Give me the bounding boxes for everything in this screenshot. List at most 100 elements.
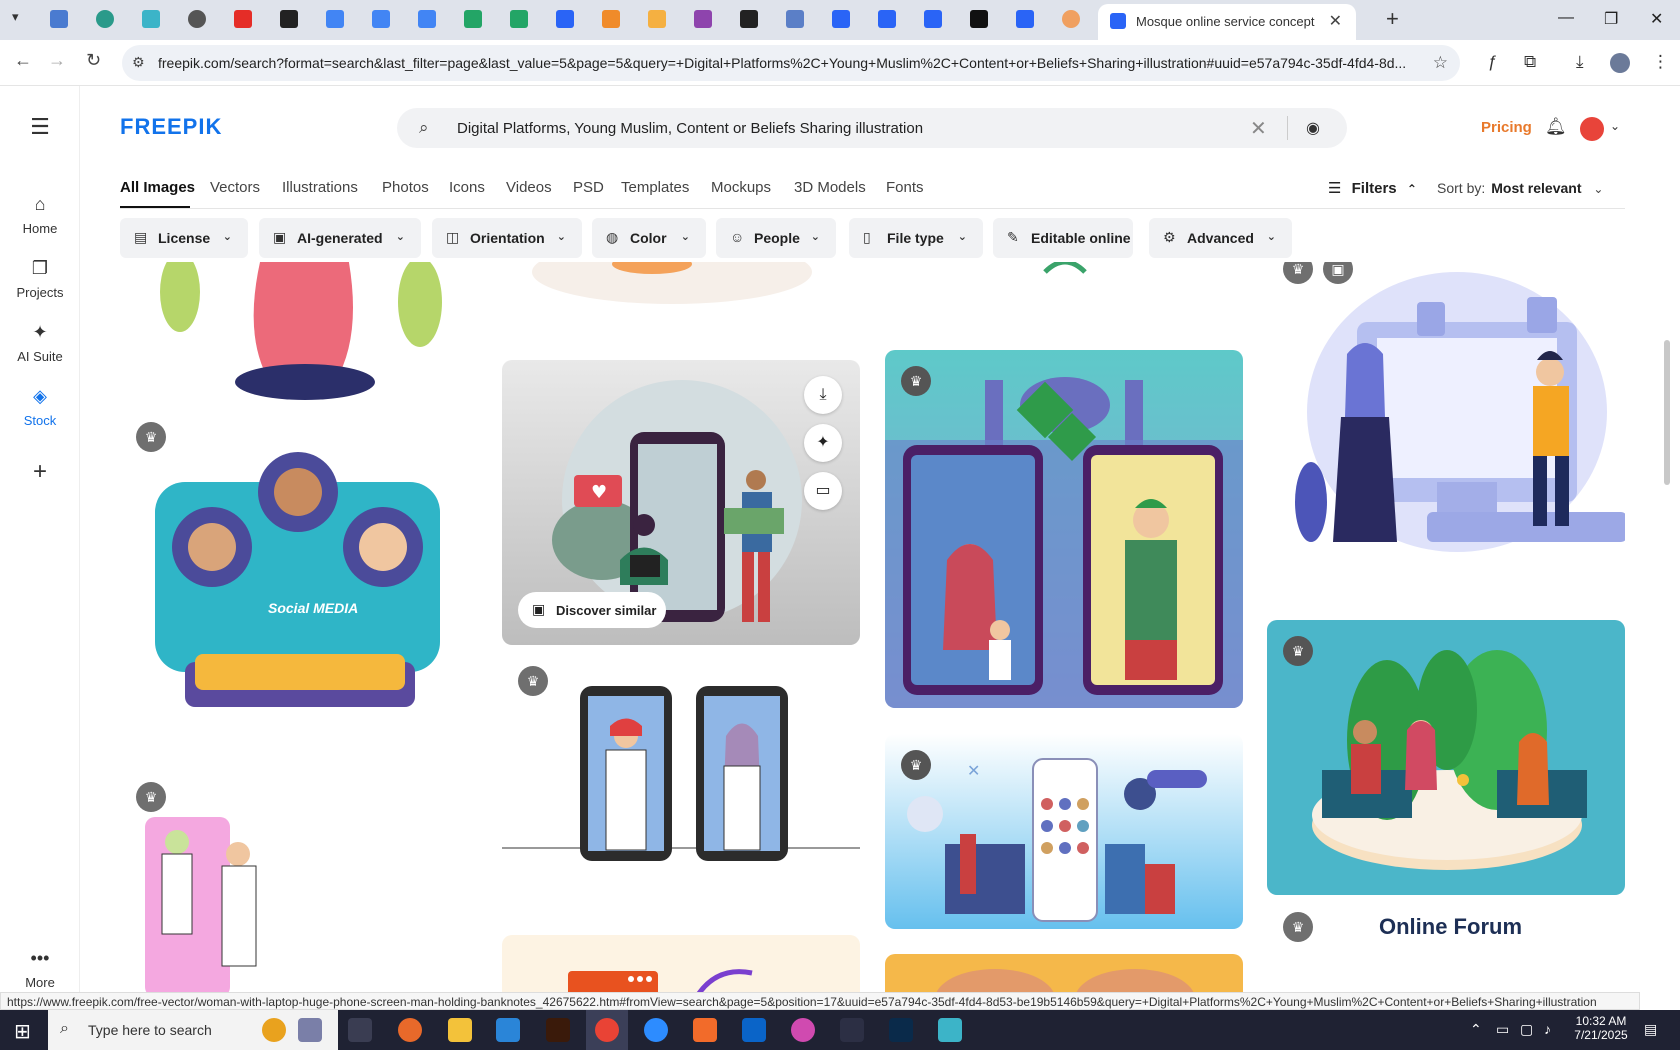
firefox-icon[interactable] xyxy=(398,1018,422,1042)
site-info-icon[interactable]: ⚙ xyxy=(132,54,145,71)
taskbar-app-icon[interactable] xyxy=(693,1018,717,1042)
tab-favicon[interactable] xyxy=(418,10,436,28)
reload-icon[interactable]: ↻ xyxy=(86,50,101,71)
tab-favicon[interactable] xyxy=(924,10,942,28)
result-tile[interactable] xyxy=(502,262,860,314)
tab-templates[interactable]: Templates xyxy=(621,179,689,196)
tab-favicon[interactable] xyxy=(786,10,804,28)
tab-favicon[interactable] xyxy=(556,10,574,28)
tab-favicon[interactable] xyxy=(142,10,160,28)
tab-favicon[interactable] xyxy=(694,10,712,28)
taskbar-app-icon[interactable] xyxy=(840,1018,864,1042)
page-scrollbar-thumb[interactable] xyxy=(1664,340,1670,485)
task-view-icon[interactable] xyxy=(348,1018,372,1042)
tab-photos[interactable]: Photos xyxy=(382,179,429,196)
extensions-puzzle-icon[interactable]: ⧉ xyxy=(1524,52,1536,72)
result-tile[interactable]: ♛ Social MEDIA xyxy=(120,422,480,742)
sidebar-item-projects[interactable]: ❐ Projects xyxy=(0,258,80,300)
filter-advanced[interactable]: ⚙ Advanced ⌄ xyxy=(1149,218,1292,258)
filter-file-type[interactable]: ▯ File type ⌄ xyxy=(849,218,983,258)
tab-videos[interactable]: Videos xyxy=(506,179,552,196)
chrome-menu-icon[interactable]: ⋮ xyxy=(1652,52,1669,72)
tab-fonts[interactable]: Fonts xyxy=(886,179,924,196)
filter-color[interactable]: ◍ Color ⌄ xyxy=(592,218,706,258)
tab-favicon[interactable] xyxy=(234,10,252,28)
camera-search-icon[interactable]: ◉ xyxy=(1306,118,1320,138)
result-tile[interactable] xyxy=(502,935,860,992)
filter-people[interactable]: ☺ People ⌄ xyxy=(716,218,836,258)
tab-favicon[interactable] xyxy=(464,10,482,28)
profile-avatar[interactable] xyxy=(1610,53,1630,73)
close-tab-icon[interactable]: ✕ xyxy=(1329,11,1342,31)
tab-favicon[interactable] xyxy=(510,10,528,28)
tab-favicon[interactable] xyxy=(648,10,666,28)
result-tile[interactable]: ♛ xyxy=(1267,620,1625,895)
windows-start-icon[interactable]: ⊞ xyxy=(14,1019,31,1044)
tab-illustrations[interactable]: Illustrations xyxy=(282,179,358,196)
tab-3d-models[interactable]: 3D Models xyxy=(794,179,866,196)
tab-favicon[interactable] xyxy=(832,10,850,28)
tab-favicon[interactable] xyxy=(280,10,298,28)
tab-search-icon[interactable]: ▾ xyxy=(12,9,19,25)
taskbar-app-icon[interactable] xyxy=(262,1018,286,1042)
tab-favicon[interactable] xyxy=(1062,10,1080,28)
search-input[interactable]: Digital Platforms, Young Muslim, Content… xyxy=(457,120,923,137)
tab-favicon[interactable] xyxy=(878,10,896,28)
filter-license[interactable]: ▤ License ⌄ xyxy=(120,218,248,258)
chevron-down-icon[interactable]: ⌄ xyxy=(1610,119,1620,133)
result-tile[interactable]: ♛ ✕ xyxy=(885,734,1243,929)
outlook-icon[interactable] xyxy=(742,1018,766,1042)
sidebar-item-ai-suite[interactable]: ✦ AI Suite xyxy=(0,322,80,364)
close-window-icon[interactable]: ✕ xyxy=(1650,9,1663,29)
filters-button[interactable]: ☰ Filters ⌃ xyxy=(1328,179,1417,197)
tab-favicon[interactable] xyxy=(1016,10,1034,28)
tray-display-icon[interactable]: ▢ xyxy=(1520,1021,1533,1038)
tray-chevron-icon[interactable]: ⌃ xyxy=(1470,1021,1482,1038)
add-button[interactable]: + xyxy=(0,458,80,486)
freepik-logo[interactable]: FREEPIK xyxy=(120,114,222,140)
photoshop-icon[interactable] xyxy=(889,1018,913,1042)
result-tile-hovered[interactable]: ♥ ⤓ ✦ ▭ ▣ Discover similar xyxy=(502,360,860,645)
save-to-collection-button[interactable]: ▭ xyxy=(804,472,842,510)
result-tile[interactable]: ♛ xyxy=(120,782,480,992)
chrome-icon[interactable] xyxy=(595,1018,619,1042)
tab-icons[interactable]: Icons xyxy=(449,179,485,196)
active-tab[interactable]: Mosque online service concept ✕ xyxy=(1098,4,1356,40)
filter-editable-online[interactable]: ✎ Editable online xyxy=(993,218,1133,258)
download-button[interactable]: ⤓ xyxy=(804,376,842,414)
tab-all-images[interactable]: All Images xyxy=(120,179,195,196)
tray-volume-icon[interactable]: ♪ xyxy=(1544,1021,1551,1037)
taskbar-app-icon[interactable] xyxy=(298,1018,322,1042)
result-tile[interactable]: ♛ Online Forum xyxy=(1267,912,1625,992)
taskbar-app-icon[interactable] xyxy=(791,1018,815,1042)
result-tile[interactable]: ♛ ▣ xyxy=(1267,262,1625,572)
illustrator-icon[interactable] xyxy=(546,1018,570,1042)
result-tile[interactable] xyxy=(885,954,1243,992)
minimize-icon[interactable]: — xyxy=(1558,9,1574,27)
tab-favicon[interactable] xyxy=(50,10,68,28)
tab-favicon[interactable] xyxy=(740,10,758,28)
download-icon[interactable]: ⤓ xyxy=(1576,52,1584,72)
result-tile[interactable] xyxy=(120,262,480,402)
sort-dropdown[interactable]: Sort by: Most relevant ⌄ xyxy=(1437,180,1603,196)
pricing-link[interactable]: Pricing xyxy=(1481,119,1532,136)
tab-favicon[interactable] xyxy=(188,10,206,28)
vscode-icon[interactable] xyxy=(496,1018,520,1042)
search-bar[interactable]: ⌕ Digital Platforms, Young Muslim, Conte… xyxy=(397,108,1347,148)
discover-similar-button[interactable]: ▣ Discover similar xyxy=(518,592,666,628)
extension-icon[interactable]: ƒ xyxy=(1488,52,1497,72)
tab-psd[interactable]: PSD xyxy=(573,179,604,196)
result-tile[interactable] xyxy=(885,262,1243,282)
tab-favicon[interactable] xyxy=(96,10,114,28)
menu-icon[interactable]: ☰ xyxy=(0,114,80,140)
sidebar-item-home[interactable]: ⌂ Home xyxy=(0,194,80,236)
forward-icon[interactable]: → xyxy=(48,50,66,71)
tab-favicon[interactable] xyxy=(326,10,344,28)
tab-vectors[interactable]: Vectors xyxy=(210,179,260,196)
tray-network-icon[interactable]: ▭ xyxy=(1496,1021,1509,1038)
tab-mockups[interactable]: Mockups xyxy=(711,179,771,196)
sidebar-item-stock[interactable]: ◈ Stock xyxy=(0,386,80,428)
tab-favicon[interactable] xyxy=(970,10,988,28)
restore-icon[interactable]: ❐ xyxy=(1604,9,1618,29)
filter-ai-generated[interactable]: ▣ AI-generated ⌄ xyxy=(259,218,421,258)
